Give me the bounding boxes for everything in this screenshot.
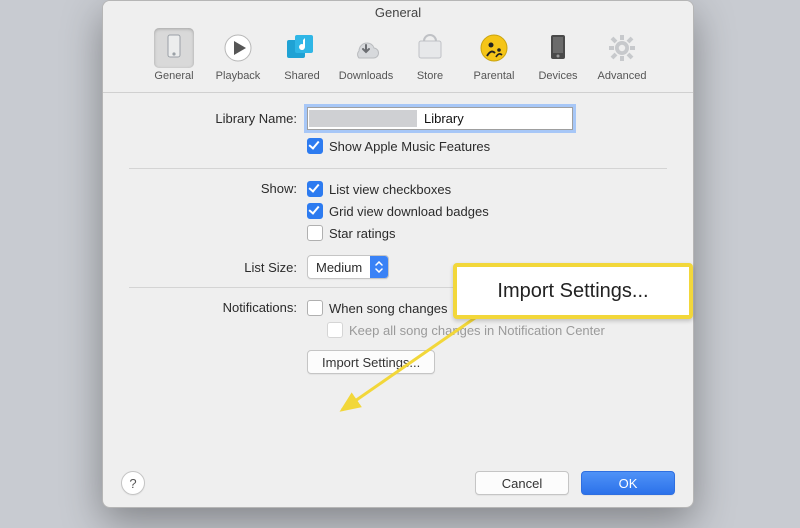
toolbar-tab-general[interactable]: General (145, 28, 203, 82)
checkbox-label: List view checkboxes (329, 182, 451, 197)
checkbox-label: Show Apple Music Features (329, 139, 490, 154)
checkbox-label: Grid view download badges (329, 204, 489, 219)
library-name-input[interactable] (307, 107, 573, 130)
help-icon: ? (129, 476, 136, 491)
callout-tooltip: Import Settings... (453, 263, 693, 319)
preferences-window: General General Playback Shared (102, 0, 694, 508)
shared-icon (282, 28, 322, 68)
button-label: OK (619, 476, 638, 491)
notifications-label: Notifications: (129, 300, 307, 315)
ok-button[interactable]: OK (581, 471, 675, 495)
preferences-toolbar: General Playback Shared Downloads (103, 24, 693, 93)
toolbar-label: Shared (273, 70, 331, 82)
toolbar-label: Downloads (337, 70, 395, 82)
store-icon (410, 28, 450, 68)
toolbar-label: Parental (465, 70, 523, 82)
chevron-updown-icon (370, 256, 388, 278)
general-icon (154, 28, 194, 68)
button-label: Cancel (502, 476, 542, 491)
downloads-icon (346, 28, 386, 68)
toolbar-label: Store (401, 70, 459, 82)
toolbar-tab-shared[interactable]: Shared (273, 28, 331, 82)
toolbar-label: Advanced (593, 70, 651, 82)
toolbar-tab-store[interactable]: Store (401, 28, 459, 82)
import-settings-button[interactable]: Import Settings... (307, 350, 435, 374)
list-size-select[interactable]: Medium (307, 255, 389, 279)
callout-text: Import Settings... (497, 280, 648, 303)
keep-in-nc-checkbox: Keep all song changes in Notification Ce… (327, 322, 605, 338)
show-label: Show: (129, 181, 307, 196)
advanced-icon (602, 28, 642, 68)
checkbox-icon (307, 203, 323, 219)
checkbox-icon (307, 300, 323, 316)
when-song-changes-checkbox[interactable]: When song changes (307, 300, 448, 316)
dialog-footer: ? Cancel OK (103, 459, 693, 507)
playback-icon (218, 28, 258, 68)
checkbox-label: Star ratings (329, 226, 395, 241)
checkbox-icon (307, 225, 323, 241)
star-ratings-checkbox[interactable]: Star ratings (307, 225, 395, 241)
cancel-button[interactable]: Cancel (475, 471, 569, 495)
toolbar-tab-devices[interactable]: Devices (529, 28, 587, 82)
divider (129, 168, 667, 169)
button-label: Import Settings... (322, 355, 420, 370)
select-value: Medium (308, 260, 370, 275)
toolbar-tab-downloads[interactable]: Downloads (337, 28, 395, 82)
toolbar-tab-parental[interactable]: Parental (465, 28, 523, 82)
list-size-label: List Size: (129, 260, 307, 275)
checkbox-label: Keep all song changes in Notification Ce… (349, 323, 605, 338)
toolbar-tab-playback[interactable]: Playback (209, 28, 267, 82)
show-apple-music-checkbox[interactable]: Show Apple Music Features (307, 138, 490, 154)
checkbox-icon (327, 322, 343, 338)
window-title: General (103, 1, 693, 24)
list-view-checkboxes-checkbox[interactable]: List view checkboxes (307, 181, 451, 197)
toolbar-label: General (145, 70, 203, 82)
devices-icon (538, 28, 578, 68)
grid-view-badges-checkbox[interactable]: Grid view download badges (307, 203, 489, 219)
help-button[interactable]: ? (121, 471, 145, 495)
library-name-label: Library Name: (129, 111, 307, 126)
checkbox-icon (307, 138, 323, 154)
checkbox-icon (307, 181, 323, 197)
toolbar-label: Playback (209, 70, 267, 82)
toolbar-label: Devices (529, 70, 587, 82)
parental-icon (474, 28, 514, 68)
checkbox-label: When song changes (329, 301, 448, 316)
toolbar-tab-advanced[interactable]: Advanced (593, 28, 651, 82)
